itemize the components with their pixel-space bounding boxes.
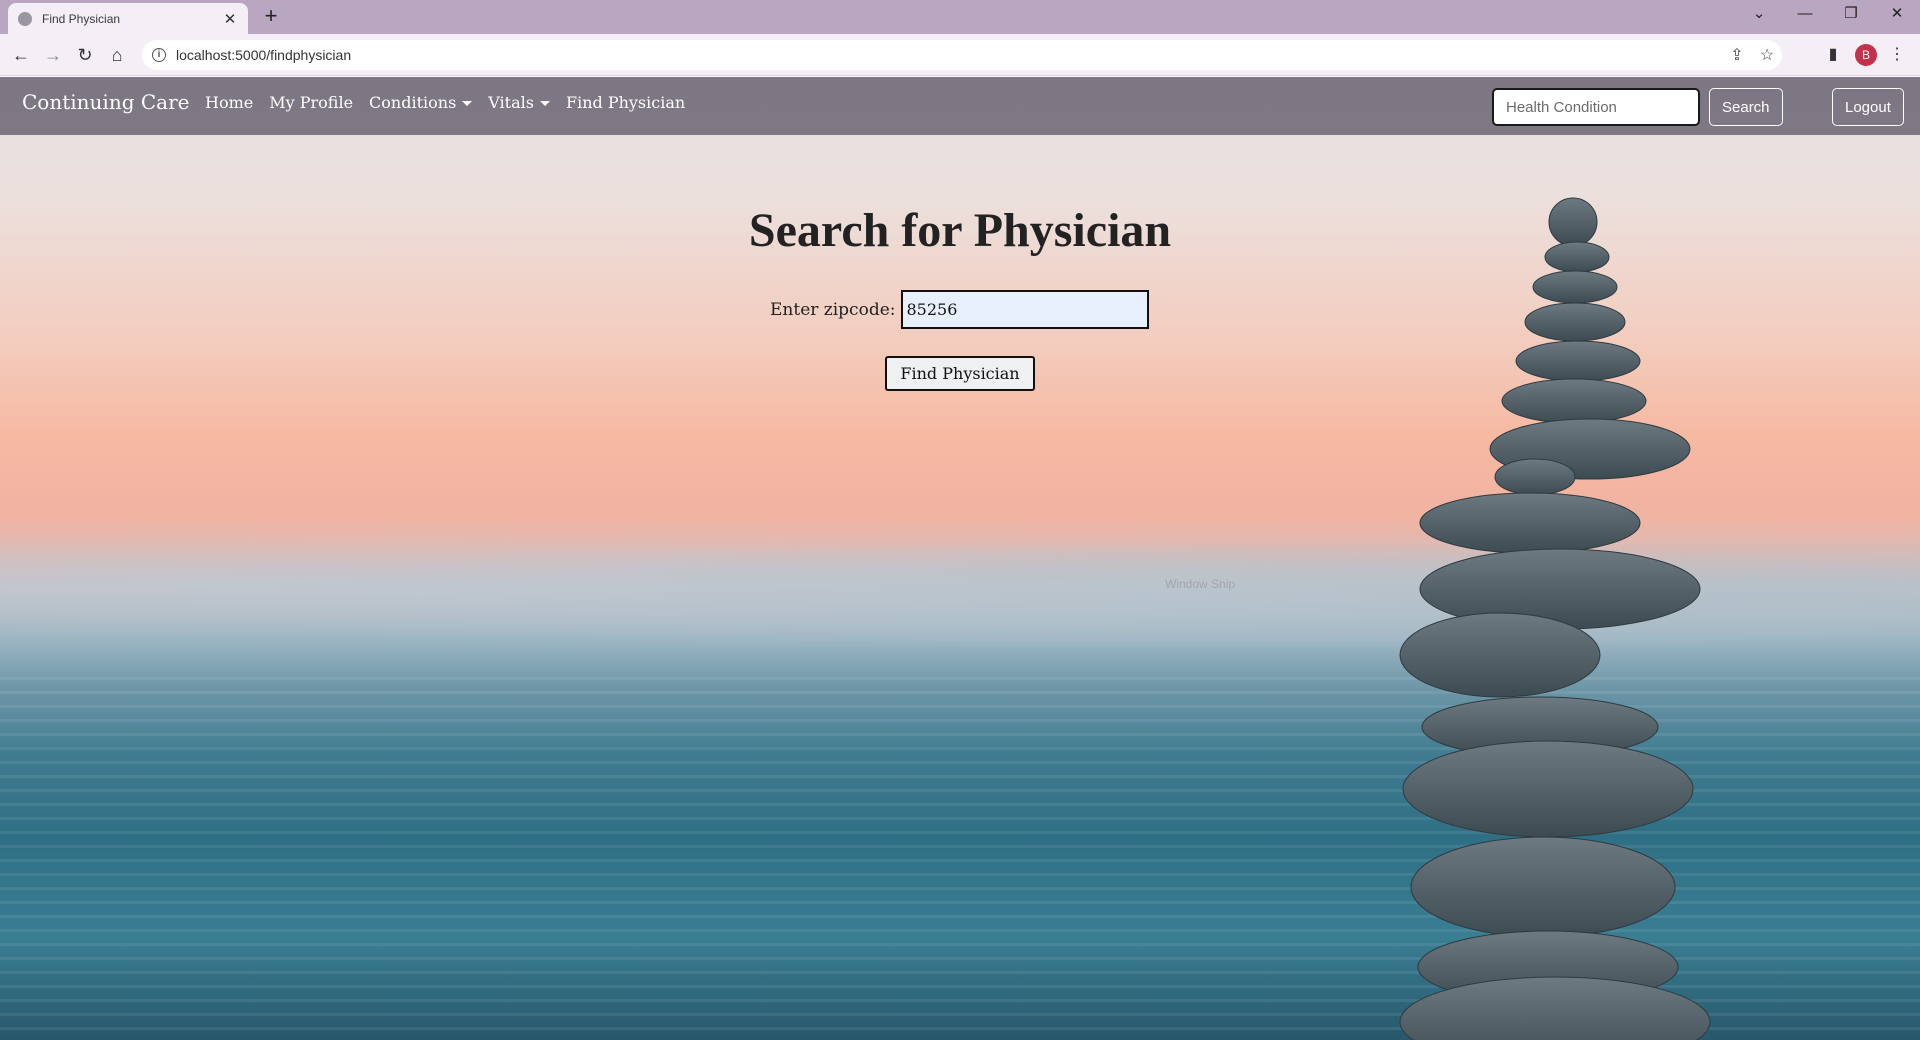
nav-vitals-dropdown[interactable]: Vitals — [488, 93, 550, 112]
caret-down-icon — [462, 101, 473, 106]
nav-my-profile[interactable]: My Profile — [269, 93, 353, 112]
nav-vitals-label: Vitals — [488, 93, 534, 112]
url-text[interactable]: localhost:5000/findphysician — [176, 47, 1722, 63]
nav-conditions-label: Conditions — [369, 93, 457, 112]
logout-button[interactable]: Logout — [1832, 88, 1904, 126]
site-navbar: Continuing Care Home My Profile Conditio… — [0, 77, 1920, 135]
zipcode-input[interactable] — [901, 290, 1150, 329]
reload-icon[interactable]: ↻ — [72, 42, 98, 68]
caret-down-icon — [539, 101, 550, 106]
tab-search-icon[interactable]: ⌄ — [1736, 0, 1782, 30]
close-window-icon[interactable]: ✕ — [1874, 0, 1920, 30]
omnibox[interactable]: i localhost:5000/findphysician ⇪ ☆ — [142, 40, 1782, 70]
page-viewport: Window Snip Continuing Care Home My Prof… — [0, 77, 1920, 1040]
nav-home[interactable]: Home — [205, 93, 253, 112]
health-condition-search-input[interactable] — [1492, 88, 1700, 126]
find-physician-button[interactable]: Find Physician — [885, 356, 1035, 391]
browser-tab[interactable]: Find Physician ✕ — [8, 3, 248, 34]
side-panel-icon[interactable]: ▮ — [1820, 42, 1846, 68]
nav-conditions-dropdown[interactable]: Conditions — [369, 93, 473, 112]
brand-logo-text[interactable]: Continuing Care — [22, 90, 189, 114]
address-bar: ← → ↻ ⌂ i localhost:5000/findphysician ⇪… — [0, 34, 1920, 76]
window-snip-watermark: Window Snip — [1165, 577, 1236, 591]
minimize-icon[interactable]: — — [1782, 0, 1828, 30]
bookmark-star-icon[interactable]: ☆ — [1752, 45, 1782, 65]
back-arrow-icon[interactable]: ← — [8, 42, 34, 68]
close-tab-icon[interactable]: ✕ — [222, 10, 238, 28]
home-icon[interactable]: ⌂ — [104, 42, 130, 68]
browser-tabstrip: Find Physician ✕ + ⌄ — ❐ ✕ — [0, 0, 1920, 34]
tab-title: Find Physician — [42, 11, 121, 26]
profile-avatar[interactable]: B — [1855, 44, 1877, 66]
globe-icon — [18, 11, 32, 26]
restore-icon[interactable]: ❐ — [1828, 0, 1874, 30]
site-info-icon[interactable]: i — [152, 48, 166, 62]
nav-links: Home My Profile Conditions Vitals Find P… — [205, 93, 685, 112]
page-title: Search for Physician — [748, 204, 1172, 257]
zipcode-label: Enter zipcode: — [770, 299, 896, 320]
new-tab-button[interactable]: + — [258, 4, 284, 30]
window-controls: ⌄ — ❐ ✕ — [1736, 0, 1920, 30]
zipcode-row: Enter zipcode: — [770, 290, 1150, 329]
menu-kebab-icon[interactable]: ⋮ — [1884, 42, 1910, 68]
search-button[interactable]: Search — [1709, 88, 1783, 126]
share-icon[interactable]: ⇪ — [1722, 45, 1752, 65]
nav-find-physician[interactable]: Find Physician — [566, 93, 685, 112]
forward-arrow-icon[interactable]: → — [40, 42, 66, 68]
